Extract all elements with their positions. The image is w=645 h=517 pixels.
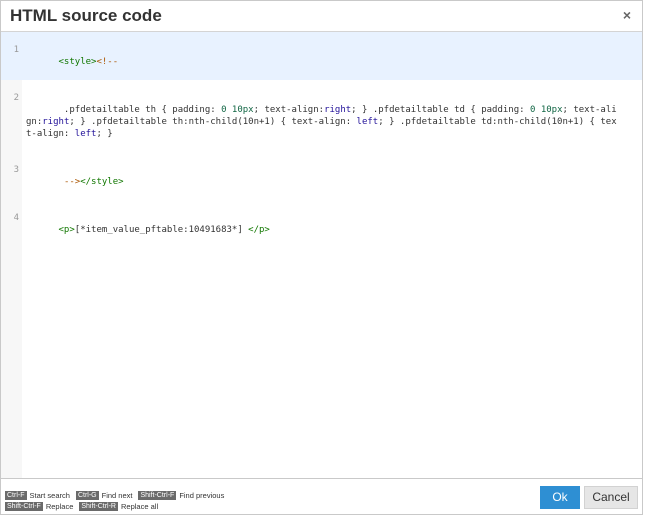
shortcut-desc: Replace bbox=[45, 502, 74, 511]
code-text: <style><!-- bbox=[58, 57, 119, 67]
code-line-2[interactable]: 2 .pfdetailtable th { padding: 0 10px; t… bbox=[1, 80, 642, 152]
cancel-button[interactable]: Cancel bbox=[584, 486, 638, 509]
code-line-4[interactable]: 4 <p>[*item_value_pftable:10491683*] </p… bbox=[1, 200, 642, 248]
code-text: --></style> bbox=[63, 177, 124, 187]
close-icon[interactable]: × bbox=[620, 7, 634, 23]
shortcut-key: Shift-Ctrl-R bbox=[79, 502, 118, 511]
shortcut-desc: Find next bbox=[101, 491, 133, 500]
shortcut-key: Ctrl-F bbox=[5, 491, 27, 500]
shortcut-desc: Start search bbox=[29, 491, 70, 500]
code-editor[interactable]: 1 <style><!-- 2 .pfdetailtable th { padd… bbox=[1, 32, 642, 479]
line-number: 3 bbox=[13, 165, 19, 175]
line-number: 1 bbox=[13, 45, 19, 55]
code-line-3[interactable]: 3 --></style> bbox=[1, 152, 642, 200]
shortcut-key: Shift-Ctrl-F bbox=[5, 502, 43, 511]
shortcut-desc: Find previous bbox=[179, 491, 225, 500]
shortcut-key: Ctrl-G bbox=[75, 491, 99, 500]
ok-button[interactable]: Ok bbox=[540, 486, 580, 509]
line-number: 2 bbox=[13, 93, 19, 103]
html-source-dialog: HTML source code × 1 <style><!-- 2 .pfde… bbox=[0, 0, 643, 515]
code-line-1[interactable]: 1 <style><!-- bbox=[1, 32, 642, 80]
line-number: 4 bbox=[13, 213, 19, 223]
shortcut-key: Shift-Ctrl-F bbox=[138, 491, 177, 500]
code-text: .pfdetailtable th { padding: 0 10px; tex… bbox=[26, 105, 617, 139]
shortcut-row: Ctrl-F Start search Ctrl-G Find next Shi… bbox=[5, 490, 230, 501]
dialog-footer: Ctrl-F Start search Ctrl-G Find next Shi… bbox=[1, 477, 642, 514]
keyboard-shortcuts: Ctrl-F Start search Ctrl-G Find next Shi… bbox=[5, 490, 230, 512]
dialog-titlebar: HTML source code × bbox=[1, 1, 642, 32]
shortcut-desc: Replace all bbox=[121, 502, 159, 511]
code-text: <p>[*item_value_pftable:10491683*] </p> bbox=[58, 225, 270, 235]
dialog-title: HTML source code bbox=[10, 6, 162, 25]
shortcut-row: Shift-Ctrl-F Replace Shift-Ctrl-R Replac… bbox=[5, 501, 230, 512]
